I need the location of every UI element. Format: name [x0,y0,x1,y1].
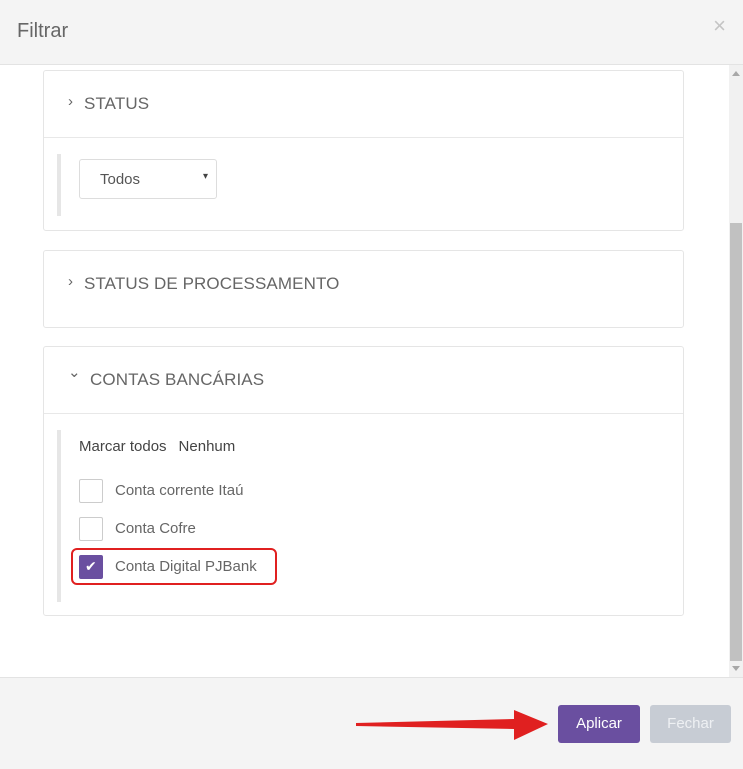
chevron-right-icon: › [68,93,73,110]
scroll-up-arrow-icon[interactable] [732,71,740,76]
dialog-header: Filtrar × [0,0,743,65]
scrollbar-thumb[interactable] [730,223,742,661]
account-label[interactable]: Conta Cofre [115,520,196,537]
annotation-highlight-box [71,548,277,585]
accounts-panel: ⌄ CONTAS BANCÁRIAS Marcar todos Nenhum Co… [43,346,684,616]
status-select-value: Todos [100,171,141,188]
chevron-down-icon: ▾ [202,171,208,182]
status-panel-title: STATUS [84,94,150,113]
selection-links: Marcar todos Nenhum [79,438,235,455]
status-select[interactable]: Todos ▾ [79,159,217,199]
scroll-down-arrow-icon[interactable] [732,666,740,671]
chevron-right-icon: › [68,273,73,290]
account-label[interactable]: Conta corrente Itaú [115,482,243,499]
apply-button[interactable]: Aplicar [558,705,640,743]
dialog-title: Filtrar [17,20,69,42]
dialog-body: › STATUS Todos ▾ › STATUS DE PROCESSAMEN… [0,65,729,677]
close-button[interactable]: Fechar [650,705,731,743]
panel-accent-bar [57,430,61,602]
account-checkbox[interactable] [79,517,103,541]
panel-accent-bar [57,154,61,216]
processing-panel-title: STATUS DE PROCESSAMENTO [84,274,340,293]
status-panel: › STATUS Todos ▾ [43,70,684,231]
chevron-down-icon: ⌄ [68,364,81,381]
scrollbar[interactable] [729,65,743,677]
account-row-cofre[interactable]: Conta Cofre [79,517,279,541]
select-none-link[interactable]: Nenhum [179,438,236,455]
dialog-footer: Aplicar Fechar [0,677,743,769]
accounts-panel-title: CONTAS BANCÁRIAS [90,370,265,389]
account-checkbox[interactable] [79,479,103,503]
processing-panel: › STATUS DE PROCESSAMENTO [43,250,684,328]
close-icon[interactable]: × [713,14,726,38]
processing-panel-header[interactable]: › STATUS DE PROCESSAMENTO [44,251,683,317]
status-panel-header[interactable]: › STATUS [44,71,683,137]
accounts-panel-header[interactable]: ⌄ CONTAS BANCÁRIAS [44,347,683,413]
account-row-itau[interactable]: Conta corrente Itaú [79,479,279,503]
annotation-arrow-icon [356,710,548,740]
select-all-link[interactable]: Marcar todos [79,438,167,455]
